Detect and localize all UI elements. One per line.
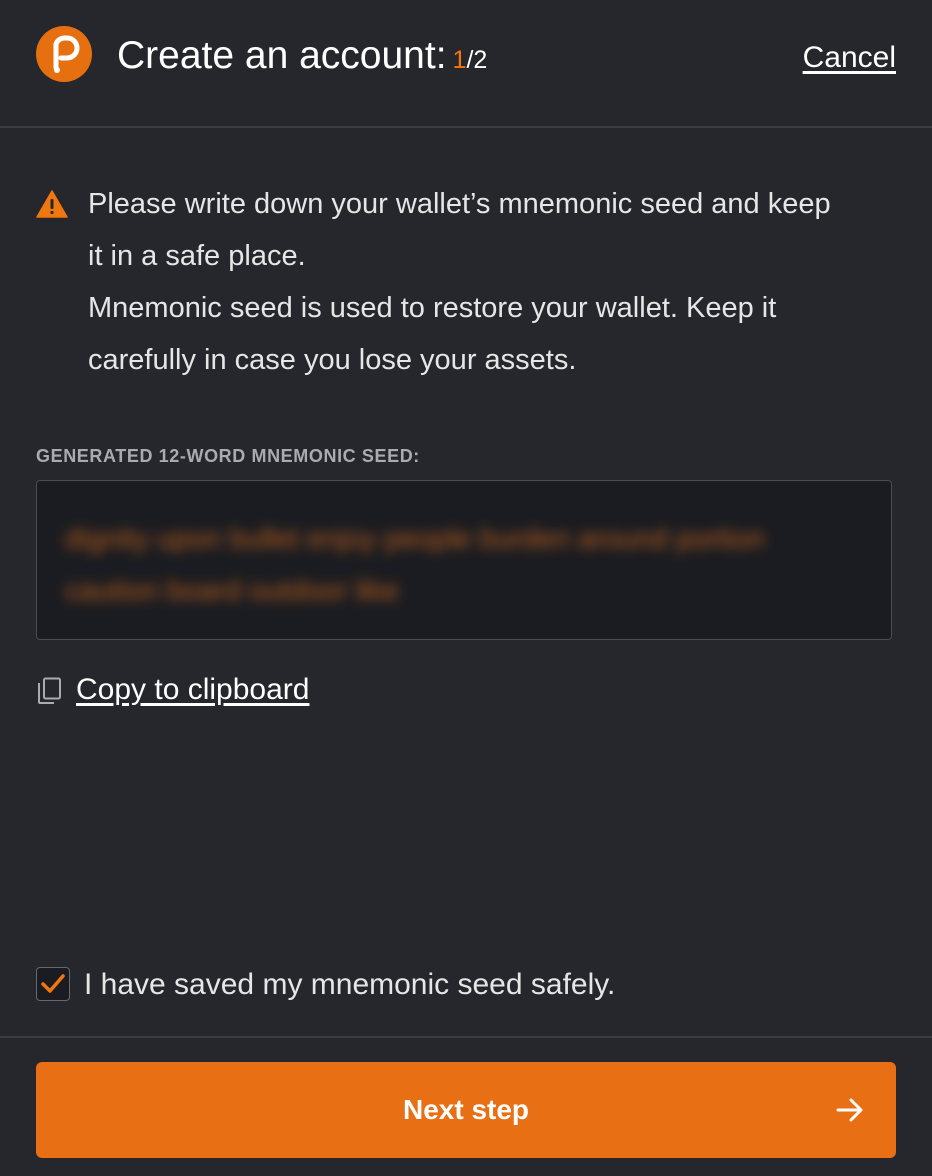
step-total: 2 [473,46,488,74]
page-title-text: Create an account: [117,34,447,77]
create-account-page: Create an account: 1/2 Cancel Please writ… [0,0,932,1176]
step-current: 1 [452,46,467,74]
seed-label: GENERATED 12-WORD MNEMONIC SEED: [36,446,420,466]
cancel-link[interactable]: Cancel [803,38,896,78]
next-step-label: Next step [402,1094,530,1125]
checkmark-icon [41,974,65,993]
saved-seed-checkbox[interactable] [36,967,70,1001]
saved-seed-label: I have saved my mnemonic seed safely. [84,968,616,1001]
copy-to-clipboard-label: Copy to clipboard [76,673,310,706]
warning-line-1: Please write down your wallet’s mnemonic… [88,188,831,272]
warning-line-2: Mnemonic seed is used to restore your wa… [88,292,777,376]
arrow-right-icon [836,1098,863,1122]
warning-triangle-icon [36,190,68,218]
warning-text: Please write down your wallet’s mnemonic… [88,178,848,386]
step-indicator: 1/2 [453,46,488,74]
header: Create an account: 1/2 Cancel [0,0,932,128]
polkadot-logo-icon [36,26,92,82]
copy-icon [38,677,61,704]
mnemonic-seed-textarea[interactable]: dignity upon bullet enjoy people burden … [36,480,892,640]
footer-divider [0,1036,932,1038]
next-step-button[interactable]: Next step [36,1062,896,1158]
mnemonic-seed-value: dignity upon bullet enjoy people burden … [65,523,765,607]
page-title: Create an account: 1/2 [117,32,487,84]
